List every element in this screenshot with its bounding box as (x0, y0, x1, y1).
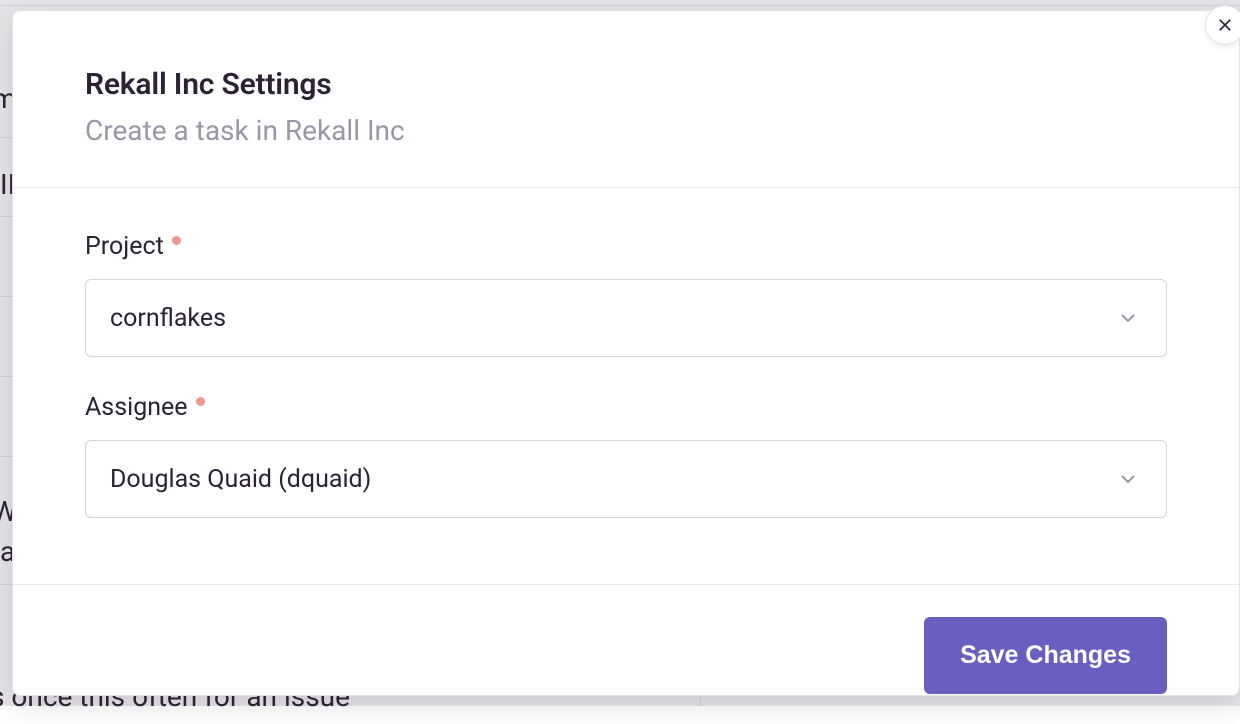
modal-subtitle: Create a task in Rekall Inc (85, 114, 1167, 147)
chevron-down-icon (1116, 467, 1140, 491)
assignee-label: Assignee (85, 393, 205, 422)
project-label-text: Project (85, 232, 164, 261)
project-select-value: cornflakes (110, 304, 226, 333)
bg-divider (0, 5, 1240, 6)
project-select[interactable]: cornflakes (85, 279, 1167, 357)
save-changes-button[interactable]: Save Changes (924, 617, 1167, 694)
assignee-label-text: Assignee (85, 393, 188, 422)
close-button[interactable] (1205, 5, 1240, 45)
settings-modal: Rekall Inc Settings Create a task in Rek… (12, 10, 1240, 696)
close-icon (1216, 16, 1234, 34)
modal-title: Rekall Inc Settings (85, 67, 1167, 102)
required-indicator-icon (196, 397, 205, 406)
project-field: Project cornflakes (85, 232, 1167, 357)
assignee-field: Assignee Douglas Quaid (dquaid) (85, 393, 1167, 518)
assignee-select-value: Douglas Quaid (dquaid) (110, 465, 371, 494)
modal-body: Project cornflakes Assignee Douglas Quai… (13, 188, 1239, 585)
assignee-select[interactable]: Douglas Quaid (dquaid) (85, 440, 1167, 518)
chevron-down-icon (1116, 306, 1140, 330)
modal-footer: Save Changes (13, 585, 1239, 724)
modal-header: Rekall Inc Settings Create a task in Rek… (13, 11, 1239, 188)
required-indicator-icon (172, 236, 181, 245)
project-label: Project (85, 232, 181, 261)
